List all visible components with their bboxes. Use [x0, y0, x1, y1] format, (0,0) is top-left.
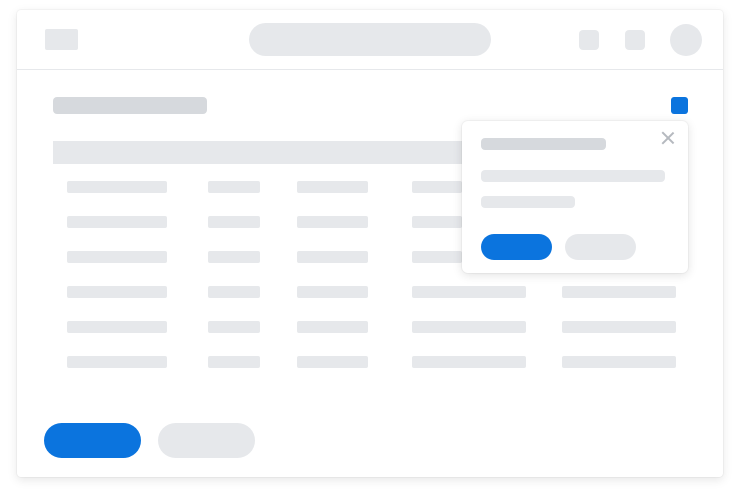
- table-cell: [412, 356, 526, 368]
- table-cell: [67, 286, 167, 298]
- secondary-button[interactable]: [158, 423, 255, 458]
- table-cell: [67, 181, 167, 193]
- search-input[interactable]: [249, 23, 491, 56]
- table-cell: [412, 286, 526, 298]
- table-cell: [297, 251, 368, 263]
- table-cell: [412, 216, 462, 228]
- blue-square-icon[interactable]: [671, 97, 688, 114]
- table-cell: [67, 356, 167, 368]
- table-cell: [562, 286, 676, 298]
- table-cell: [562, 321, 676, 333]
- primary-button[interactable]: [44, 423, 141, 458]
- popover-text: [481, 170, 665, 182]
- popover-title: [481, 138, 606, 150]
- close-icon[interactable]: [661, 131, 675, 145]
- table-header: [53, 141, 503, 164]
- table-cell: [412, 251, 462, 263]
- table-cell: [297, 286, 368, 298]
- app-window: [17, 10, 723, 477]
- table-cell: [208, 286, 260, 298]
- table-cell: [297, 321, 368, 333]
- table-cell: [412, 181, 462, 193]
- table-cell: [208, 356, 260, 368]
- popover-dialog: [462, 121, 688, 273]
- table-cell: [562, 356, 676, 368]
- table-cell: [412, 321, 526, 333]
- table-cell: [208, 321, 260, 333]
- table-cell: [297, 216, 368, 228]
- table-cell: [208, 181, 260, 193]
- table-cell: [208, 251, 260, 263]
- table-cell: [67, 251, 167, 263]
- table-cell: [208, 216, 260, 228]
- popover-text: [481, 196, 575, 208]
- popover-cancel-button[interactable]: [565, 234, 636, 260]
- popover-confirm-button[interactable]: [481, 234, 552, 260]
- avatar[interactable]: [670, 24, 702, 56]
- notification-icon[interactable]: [579, 30, 599, 50]
- table-cell: [297, 356, 368, 368]
- table-cell: [67, 216, 167, 228]
- table-cell: [67, 321, 167, 333]
- top-bar: [17, 10, 723, 70]
- page-title: [53, 97, 207, 114]
- logo-icon[interactable]: [45, 29, 78, 50]
- settings-icon[interactable]: [625, 30, 645, 50]
- table-cell: [297, 181, 368, 193]
